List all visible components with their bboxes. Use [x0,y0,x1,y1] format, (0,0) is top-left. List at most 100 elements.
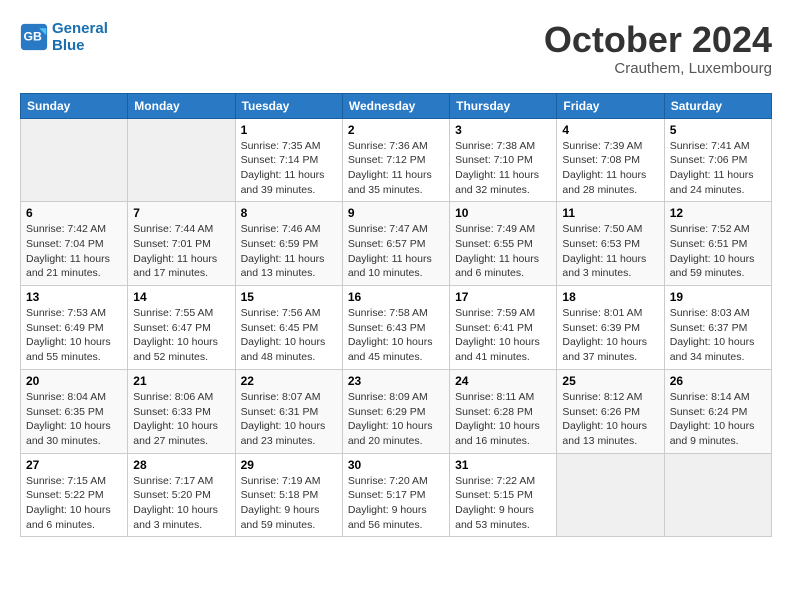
svg-text:GB: GB [24,30,43,44]
col-sunday: Sunday [21,93,128,118]
day-info: Sunrise: 8:09 AMSunset: 6:29 PMDaylight:… [348,390,444,449]
calendar-cell [21,118,128,202]
day-number: 5 [670,123,766,137]
calendar-cell: 29 Sunrise: 7:19 AMSunset: 5:18 PMDayligh… [235,453,342,537]
day-info: Sunrise: 7:17 AMSunset: 5:20 PMDaylight:… [133,474,229,533]
day-number: 24 [455,374,551,388]
day-info: Sunrise: 8:04 AMSunset: 6:35 PMDaylight:… [26,390,122,449]
day-number: 16 [348,290,444,304]
day-number: 14 [133,290,229,304]
logo: GB General Blue [20,20,108,54]
col-wednesday: Wednesday [342,93,449,118]
col-saturday: Saturday [664,93,771,118]
calendar-cell: 24 Sunrise: 8:11 AMSunset: 6:28 PMDayligh… [450,369,557,453]
day-info: Sunrise: 7:50 AMSunset: 6:53 PMDaylight:… [562,222,658,281]
calendar-cell: 20Sunrise: 8:04 AMSunset: 6:35 PMDayligh… [21,369,128,453]
day-number: 29 [241,458,337,472]
day-info: Sunrise: 7:41 AMSunset: 7:06 PMDaylight:… [670,139,766,198]
calendar-cell: 17Sunrise: 7:59 AMSunset: 6:41 PMDayligh… [450,286,557,370]
calendar-week-3: 20Sunrise: 8:04 AMSunset: 6:35 PMDayligh… [21,369,772,453]
day-number: 9 [348,206,444,220]
calendar-cell [128,118,235,202]
day-number: 11 [562,206,658,220]
calendar-cell: 1 Sunrise: 7:35 AMSunset: 7:14 PMDaylight… [235,118,342,202]
calendar-cell: 7Sunrise: 7:44 AMSunset: 7:01 PMDaylight… [128,202,235,286]
day-number: 30 [348,458,444,472]
calendar-cell: 19Sunrise: 8:03 AMSunset: 6:37 PMDayligh… [664,286,771,370]
day-number: 27 [26,458,122,472]
calendar-table: Sunday Monday Tuesday Wednesday Thursday… [20,93,772,538]
day-number: 12 [670,206,766,220]
day-number: 25 [562,374,658,388]
calendar-cell: 4 Sunrise: 7:39 AMSunset: 7:08 PMDaylight… [557,118,664,202]
day-info: Sunrise: 7:15 AMSunset: 5:22 PMDaylight:… [26,474,122,533]
day-info: Sunrise: 7:36 AMSunset: 7:12 PMDaylight:… [348,139,444,198]
calendar-cell: 16Sunrise: 7:58 AMSunset: 6:43 PMDayligh… [342,286,449,370]
day-info: Sunrise: 7:55 AMSunset: 6:47 PMDaylight:… [133,306,229,365]
calendar-cell: 11 Sunrise: 7:50 AMSunset: 6:53 PMDayligh… [557,202,664,286]
day-info: Sunrise: 7:38 AMSunset: 7:10 PMDaylight:… [455,139,551,198]
calendar-cell: 13 Sunrise: 7:53 AMSunset: 6:49 PMDayligh… [21,286,128,370]
col-monday: Monday [128,93,235,118]
day-info: Sunrise: 7:53 AMSunset: 6:49 PMDaylight:… [26,306,122,365]
calendar-cell: 23 Sunrise: 8:09 AMSunset: 6:29 PMDayligh… [342,369,449,453]
day-info: Sunrise: 7:44 AMSunset: 7:01 PMDaylight:… [133,222,229,281]
month-title: October 2024 [544,20,772,60]
day-info: Sunrise: 7:22 AMSunset: 5:15 PMDaylight:… [455,474,551,533]
calendar-cell: 15Sunrise: 7:56 AMSunset: 6:45 PMDayligh… [235,286,342,370]
col-thursday: Thursday [450,93,557,118]
day-number: 13 [26,290,122,304]
logo-text: General Blue [52,20,108,54]
calendar-cell [557,453,664,537]
day-info: Sunrise: 7:52 AMSunset: 6:51 PMDaylight:… [670,222,766,281]
calendar-cell: 26 Sunrise: 8:14 AMSunset: 6:24 PMDayligh… [664,369,771,453]
calendar-cell: 28 Sunrise: 7:17 AMSunset: 5:20 PMDayligh… [128,453,235,537]
day-info: Sunrise: 7:19 AMSunset: 5:18 PMDaylight:… [241,474,337,533]
day-info: Sunrise: 7:39 AMSunset: 7:08 PMDaylight:… [562,139,658,198]
calendar-week-1: 6 Sunrise: 7:42 AMSunset: 7:04 PMDaylight… [21,202,772,286]
day-number: 4 [562,123,658,137]
header-row: Sunday Monday Tuesday Wednesday Thursday… [21,93,772,118]
calendar-cell: 12 Sunrise: 7:52 AMSunset: 6:51 PMDayligh… [664,202,771,286]
logo-icon: GB [20,23,48,51]
calendar-cell: 22Sunrise: 8:07 AMSunset: 6:31 PMDayligh… [235,369,342,453]
day-number: 1 [241,123,337,137]
day-info: Sunrise: 8:11 AMSunset: 6:28 PMDaylight:… [455,390,551,449]
day-number: 28 [133,458,229,472]
calendar-cell: 31 Sunrise: 7:22 AMSunset: 5:15 PMDayligh… [450,453,557,537]
calendar-cell [664,453,771,537]
day-info: Sunrise: 7:42 AMSunset: 7:04 PMDaylight:… [26,222,122,281]
day-number: 15 [241,290,337,304]
calendar-cell: 10 Sunrise: 7:49 AMSunset: 6:55 PMDayligh… [450,202,557,286]
calendar-cell: 2 Sunrise: 7:36 AMSunset: 7:12 PMDaylight… [342,118,449,202]
day-number: 2 [348,123,444,137]
day-number: 3 [455,123,551,137]
day-number: 18 [562,290,658,304]
day-info: Sunrise: 7:35 AMSunset: 7:14 PMDaylight:… [241,139,337,198]
day-number: 6 [26,206,122,220]
calendar-week-4: 27 Sunrise: 7:15 AMSunset: 5:22 PMDayligh… [21,453,772,537]
calendar-header: Sunday Monday Tuesday Wednesday Thursday… [21,93,772,118]
calendar-body: 1 Sunrise: 7:35 AMSunset: 7:14 PMDaylight… [21,118,772,537]
calendar-cell: 5 Sunrise: 7:41 AMSunset: 7:06 PMDaylight… [664,118,771,202]
day-number: 17 [455,290,551,304]
calendar-week-0: 1 Sunrise: 7:35 AMSunset: 7:14 PMDaylight… [21,118,772,202]
calendar-cell: 9 Sunrise: 7:47 AMSunset: 6:57 PMDaylight… [342,202,449,286]
day-info: Sunrise: 7:47 AMSunset: 6:57 PMDaylight:… [348,222,444,281]
calendar-cell: 27 Sunrise: 7:15 AMSunset: 5:22 PMDayligh… [21,453,128,537]
day-number: 10 [455,206,551,220]
day-number: 31 [455,458,551,472]
calendar-cell: 3 Sunrise: 7:38 AMSunset: 7:10 PMDaylight… [450,118,557,202]
day-number: 22 [241,374,337,388]
col-friday: Friday [557,93,664,118]
day-info: Sunrise: 7:20 AMSunset: 5:17 PMDaylight:… [348,474,444,533]
day-number: 23 [348,374,444,388]
day-number: 26 [670,374,766,388]
title-block: October 2024 Crauthem, Luxembourg [544,20,772,77]
day-info: Sunrise: 8:14 AMSunset: 6:24 PMDaylight:… [670,390,766,449]
day-info: Sunrise: 8:12 AMSunset: 6:26 PMDaylight:… [562,390,658,449]
day-info: Sunrise: 7:49 AMSunset: 6:55 PMDaylight:… [455,222,551,281]
page-header: GB General Blue October 2024 Crauthem, L… [20,20,772,77]
calendar-cell: 21Sunrise: 8:06 AMSunset: 6:33 PMDayligh… [128,369,235,453]
calendar-cell: 8Sunrise: 7:46 AMSunset: 6:59 PMDaylight… [235,202,342,286]
